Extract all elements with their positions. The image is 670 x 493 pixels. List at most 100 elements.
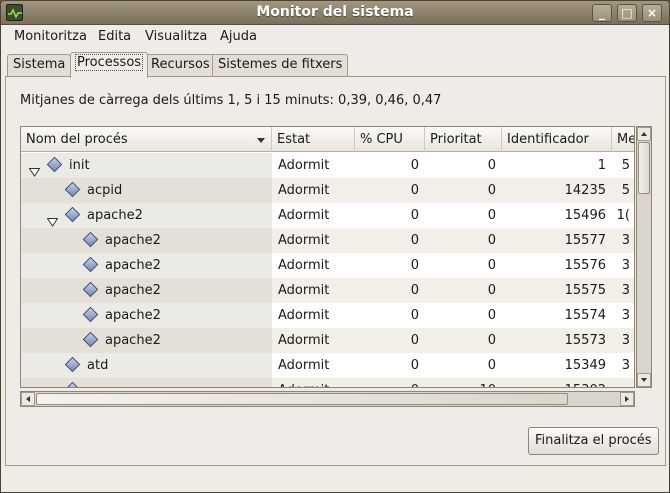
load-average-text: Mitjanes de càrrega dels últims 1, 5 i 1… xyxy=(20,93,442,108)
process-status-cell: Adormit xyxy=(272,153,355,178)
process-pid-cell: 15577 xyxy=(502,228,612,253)
horizontal-scroll-thumb[interactable] xyxy=(36,393,568,405)
process-name-cell: atd xyxy=(21,353,272,378)
column-header-cpu[interactable]: % CPU xyxy=(355,127,425,152)
process-mem-cell: 3 xyxy=(612,353,634,378)
table-row[interactable]: Adormit01015302 xyxy=(21,378,634,387)
process-name: apache2 xyxy=(105,258,161,273)
scroll-right-arrow-icon[interactable] xyxy=(620,392,634,406)
process-mem-cell: 3 xyxy=(612,303,634,328)
process-name: apache2 xyxy=(105,283,161,298)
vertical-scrollbar[interactable] xyxy=(636,126,652,388)
process-status-cell: Adormit xyxy=(272,303,355,328)
minimize-button[interactable]: _ xyxy=(592,4,612,22)
table-row[interactable]: apache2 Adormit 0 0 15575 3 xyxy=(21,278,634,303)
table-row[interactable]: atd Adormit 0 0 15349 3 xyxy=(21,353,634,378)
table-row[interactable]: apache2 Adormit 0 0 15576 3 xyxy=(21,253,634,278)
scroll-down-arrow-icon[interactable] xyxy=(637,373,651,387)
process-icon xyxy=(46,156,63,173)
expander-icon[interactable] xyxy=(28,161,41,177)
table-header: Nom del procés Estat % CPU Prioritat Ide… xyxy=(21,127,634,152)
process-mem-cell: 5 xyxy=(612,178,634,203)
process-cpu-cell: 0 xyxy=(355,253,425,278)
table-row[interactable]: apache2 Adormit 0 0 15496 1( xyxy=(21,203,634,228)
process-name-cell: apache2 xyxy=(21,203,272,228)
window-title: Monitor del sistema xyxy=(256,4,414,20)
process-name: atd xyxy=(87,358,109,373)
process-cpu-cell: 0 xyxy=(355,303,425,328)
process-priority-cell: 0 xyxy=(425,228,502,253)
process-cpu-cell: 0 xyxy=(355,203,425,228)
maximize-button[interactable]: □ xyxy=(617,4,637,22)
process-name-cell xyxy=(21,378,272,387)
process-pid-cell: 15349 xyxy=(502,353,612,378)
menu-monitoritza[interactable]: Monitoritza xyxy=(14,29,87,44)
column-header-name-label: Nom del procés xyxy=(26,132,128,147)
process-priority-cell: 0 xyxy=(425,328,502,353)
table-row[interactable]: apache2 Adormit 0 0 15577 3 xyxy=(21,228,634,253)
process-name: apache2 xyxy=(105,333,161,348)
menu-bar: Monitoritza Edita Visualitza Ajuda xyxy=(1,25,669,49)
process-pid-cell: 14235 xyxy=(502,178,612,203)
process-pid-cell: 15575 xyxy=(502,278,612,303)
close-button[interactable]: × xyxy=(642,4,662,22)
process-icon xyxy=(64,181,81,198)
table-row[interactable]: apache2 Adormit 0 0 15573 3 xyxy=(21,328,634,353)
end-process-button[interactable]: Finalitza el procés xyxy=(528,427,659,455)
scroll-up-arrow-icon[interactable] xyxy=(637,127,651,141)
process-name-cell: acpid xyxy=(21,178,272,203)
process-status-cell: Adormit xyxy=(272,378,355,387)
process-priority-cell: 0 xyxy=(425,203,502,228)
process-name: acpid xyxy=(87,183,123,198)
process-rows: init Adormit 0 0 1 5 acpid Adormit 0 0 14235 5 apach… xyxy=(21,153,634,387)
process-mem-cell: 1( xyxy=(612,203,634,228)
tab-recursos[interactable]: Recursos xyxy=(145,54,216,77)
table-row[interactable]: acpid Adormit 0 0 14235 5 xyxy=(21,178,634,203)
process-name-cell: apache2 xyxy=(21,253,272,278)
process-name: init xyxy=(69,158,90,173)
title-bar[interactable]: Monitor del sistema _ □ × xyxy=(1,1,669,25)
process-icon xyxy=(64,381,81,387)
process-mem-cell: 3 xyxy=(612,228,634,253)
process-icon xyxy=(82,231,99,248)
column-header-priority[interactable]: Prioritat xyxy=(425,127,502,152)
column-header-status[interactable]: Estat xyxy=(272,127,355,152)
vertical-scroll-thumb[interactable] xyxy=(638,142,650,194)
process-name: apache2 xyxy=(105,233,161,248)
tab-processos[interactable]: Processos xyxy=(70,52,149,78)
process-status-cell: Adormit xyxy=(272,253,355,278)
menu-edita[interactable]: Edita xyxy=(98,29,131,44)
expander-icon[interactable] xyxy=(46,211,59,227)
process-icon xyxy=(82,256,99,273)
process-pid-cell: 15302 xyxy=(502,378,612,387)
process-priority-cell: 0 xyxy=(425,153,502,178)
scroll-left-arrow-icon[interactable] xyxy=(21,392,35,406)
process-status-cell: Adormit xyxy=(272,328,355,353)
process-name-cell: apache2 xyxy=(21,228,272,253)
table-row[interactable]: apache2 Adormit 0 0 15574 3 xyxy=(21,303,634,328)
menu-visualitza[interactable]: Visualitza xyxy=(145,29,207,44)
process-cpu-cell: 0 xyxy=(355,153,425,178)
process-priority-cell: 0 xyxy=(425,303,502,328)
process-status-cell: Adormit xyxy=(272,278,355,303)
process-tree[interactable]: Nom del procés Estat % CPU Prioritat Ide… xyxy=(20,126,635,388)
process-name-cell: init xyxy=(21,153,272,178)
process-status-cell: Adormit xyxy=(272,203,355,228)
horizontal-scrollbar[interactable] xyxy=(20,391,635,407)
process-name-cell: apache2 xyxy=(21,328,272,353)
process-name: apache2 xyxy=(105,308,161,323)
tab-sistemes-de-fitxers[interactable]: Sistemes de fitxers xyxy=(212,54,349,77)
process-icon xyxy=(82,306,99,323)
process-icon xyxy=(82,331,99,348)
processes-panel: Mitjanes de càrrega dels últims 1, 5 i 1… xyxy=(5,76,666,466)
column-header-name[interactable]: Nom del procés xyxy=(21,127,272,152)
process-mem-cell: 5 xyxy=(612,153,634,178)
process-mem-cell: 3 xyxy=(612,328,634,353)
menu-ajuda[interactable]: Ajuda xyxy=(220,29,257,44)
tab-sistema[interactable]: Sistema xyxy=(7,54,72,77)
column-header-pid[interactable]: Identificador xyxy=(502,127,612,152)
process-pid-cell: 15573 xyxy=(502,328,612,353)
table-row[interactable]: init Adormit 0 0 1 5 xyxy=(21,153,634,178)
column-header-memory[interactable]: Me xyxy=(612,127,634,152)
process-name-cell: apache2 xyxy=(21,278,272,303)
